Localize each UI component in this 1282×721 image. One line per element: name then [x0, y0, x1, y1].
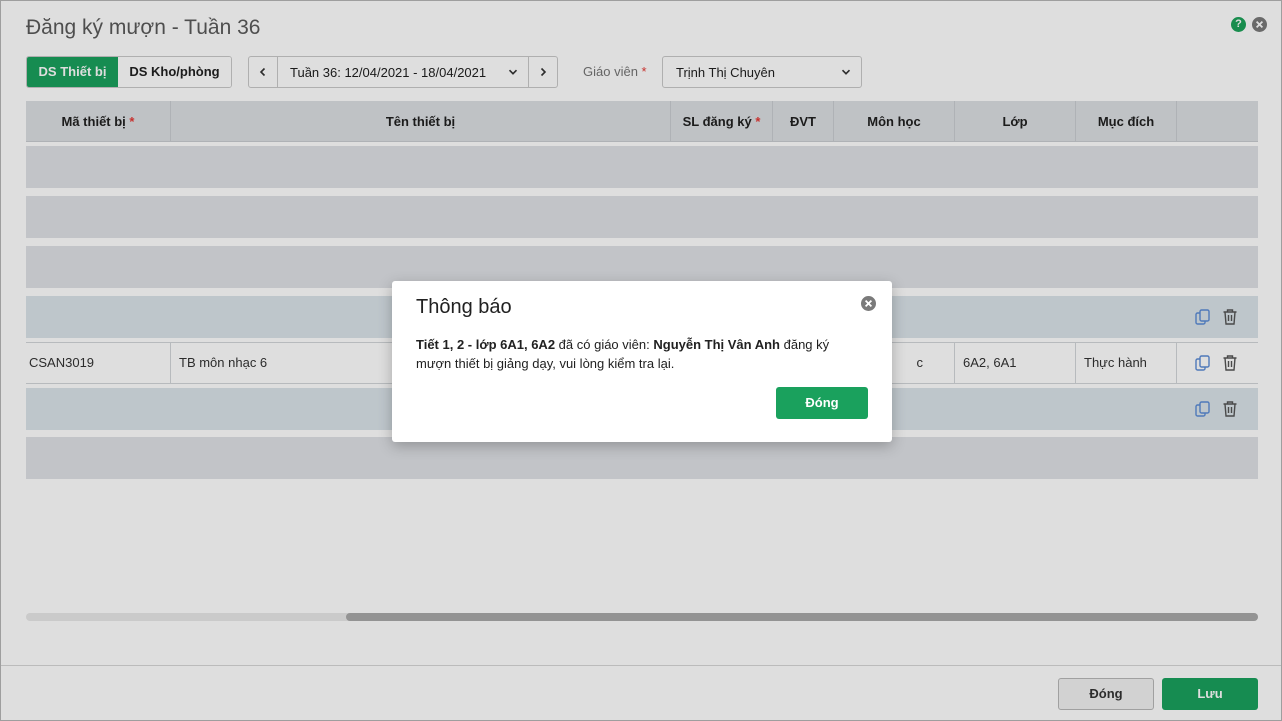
borrow-registration-window: Đăng ký mượn - Tuần 36 ? DS Thiết bị DS … — [0, 0, 1282, 721]
dialog-message-teacher: Nguyễn Thị Vân Anh — [653, 337, 780, 352]
dialog-message-periods: Tiết 1, 2 - lớp 6A1, 6A2 — [416, 337, 556, 352]
dialog-close-button[interactable]: Đóng — [776, 387, 868, 419]
notification-dialog: Thông báo Tiết 1, 2 - lớp 6A1, 6A2 đã có… — [392, 281, 892, 442]
dialog-message: Tiết 1, 2 - lớp 6A1, 6A2 đã có giáo viên… — [416, 335, 856, 373]
dialog-close-icon[interactable] — [861, 296, 876, 311]
dialog-title: Thông báo — [416, 296, 512, 318]
dialog-message-text: đã có giáo viên: — [555, 337, 654, 352]
